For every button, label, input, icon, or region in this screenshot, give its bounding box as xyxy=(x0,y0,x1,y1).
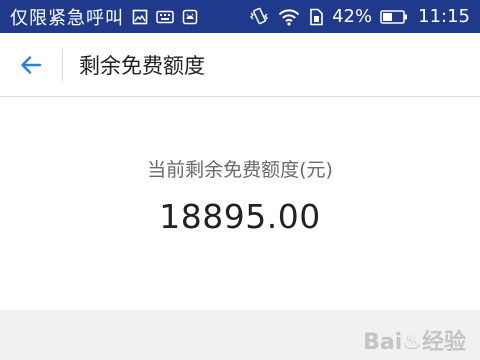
quota-value: 18895.00 xyxy=(159,197,321,236)
image-icon xyxy=(132,9,148,25)
status-bar-left: 仅限紧急呼叫 xyxy=(10,4,198,30)
bottom-background: Bai♨经验 xyxy=(0,310,480,360)
vibrate-icon xyxy=(248,7,270,27)
wifi-icon xyxy=(278,8,300,26)
page-title: 剩余免费额度 xyxy=(79,53,205,78)
battery-icon xyxy=(380,9,408,25)
quota-card: 当前剩余免费额度(元) 18895.00 xyxy=(0,97,480,310)
watermark: Bai♨经验 xyxy=(363,330,466,355)
app-bar-divider xyxy=(62,48,63,81)
battery-percent: 42% xyxy=(332,6,373,27)
keyboard-icon xyxy=(156,10,174,24)
quota-label: 当前剩余免费额度(元) xyxy=(147,159,333,181)
status-bar: 仅限紧急呼叫 42% 11:15 xyxy=(0,0,480,33)
app-bar: 剩余免费额度 xyxy=(0,33,480,97)
android-icon xyxy=(182,9,198,25)
sim-card-icon xyxy=(308,8,324,26)
clock: 11:15 xyxy=(418,6,470,27)
status-bar-right: 42% 11:15 xyxy=(248,6,470,27)
emergency-call-text: 仅限紧急呼叫 xyxy=(10,7,124,29)
arrow-left-icon xyxy=(19,53,43,77)
back-button[interactable] xyxy=(0,33,62,97)
